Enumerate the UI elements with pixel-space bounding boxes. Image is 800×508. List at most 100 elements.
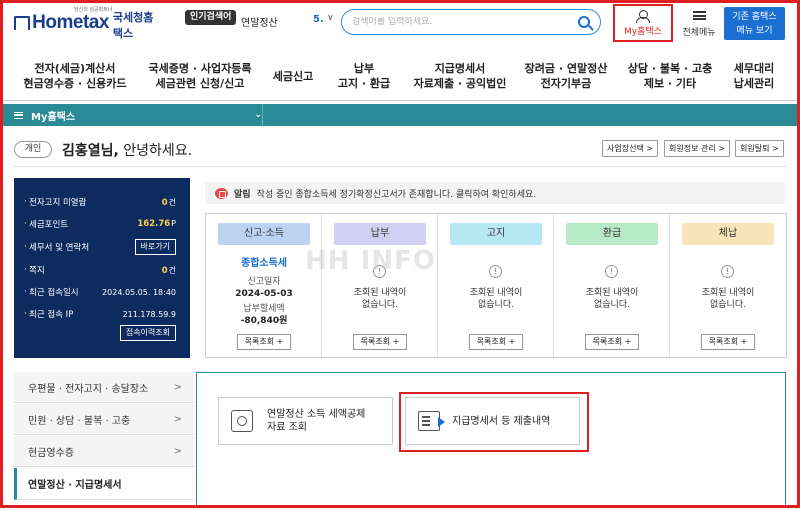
- myhometax-menu[interactable]: My홈택스 ⌄: [14, 104, 262, 126]
- info-icon: !: [605, 265, 618, 278]
- summary-row-message[interactable]: 쪽지 0건: [14, 260, 190, 280]
- greeting-text: 안녕하세요.: [118, 143, 193, 159]
- status-col-payment: 납부 ! 조회된 내역이 없습니다. 목록조회 +: [322, 214, 438, 357]
- search-input[interactable]: [352, 17, 578, 27]
- gnb-item-tax-agent[interactable]: 세무대리 납세관리: [722, 54, 786, 98]
- goto-button[interactable]: 바로가기: [134, 239, 176, 255]
- hamburger-icon: [14, 111, 23, 119]
- status-value: 2024-05-03: [235, 289, 293, 299]
- chevron-down-icon: ⌄: [254, 110, 262, 120]
- list-view-button[interactable]: 목록조회 +: [469, 334, 523, 350]
- old-hometax-button[interactable]: 기존 홈택스 메뉴 보기: [724, 7, 785, 40]
- summary-value: 162.76P: [137, 219, 176, 229]
- left-menu-petition[interactable]: 민원 · 상담 · 불복 · 고충 >: [14, 404, 194, 435]
- all-menu-label: 전체메뉴: [682, 28, 716, 38]
- person-icon: [636, 9, 650, 23]
- gnb-item-consult[interactable]: 상담 · 불복 · 고충 제보 · 기타: [620, 54, 720, 98]
- left-menu-cash-receipt[interactable]: 현금영수증 >: [14, 436, 194, 467]
- logo-tagline: 당신의 성공파트너: [74, 7, 113, 13]
- list-view-button[interactable]: 목록조회 +: [585, 334, 639, 350]
- popular-search-value[interactable]: 연말정산: [241, 14, 278, 29]
- member-info-button[interactable]: 회원정보 관리 >: [664, 140, 730, 157]
- summary-label: 최근 접속일시: [29, 288, 79, 298]
- logo-word: Hometax: [32, 12, 109, 33]
- login-history-button[interactable]: 접속이력조회: [119, 325, 176, 341]
- search-icon[interactable]: [578, 16, 590, 28]
- gnb-item-certificate[interactable]: 국세증명 · 사업자등록 세금관련 신청/신고: [140, 54, 260, 98]
- status-header: 고지: [450, 223, 542, 245]
- status-key: 신고일자: [247, 277, 281, 287]
- left-menu-year-end[interactable]: 연말정산 · 지급명세서: [14, 468, 194, 500]
- list-view-button[interactable]: 목록조회 +: [353, 334, 407, 350]
- summary-value: 2024.05.05. 18:40: [102, 287, 176, 297]
- myhometax-bar-label: My홈택스: [31, 111, 76, 123]
- status-header: 신고·소득: [218, 223, 310, 245]
- summary-label: 쪽지: [29, 266, 45, 276]
- summary-panel: 전자고지 미열람 0건 세금포인트 162.76P 세무서 및 연락처 바로가기…: [14, 178, 190, 358]
- chevron-down-icon[interactable]: ∨: [327, 13, 334, 23]
- hometax-logo[interactable]: Hometax 국세청홈택스 당신의 성공파트너: [14, 7, 154, 40]
- summary-row-taxpoint[interactable]: 세금포인트 162.76P: [14, 214, 190, 234]
- gnb-item-payment[interactable]: 납부 고지 · 환급: [325, 54, 403, 98]
- left-menu-label: 민원 · 상담 · 불복 · 고충: [28, 415, 131, 427]
- left-menu-mail[interactable]: 우편물 · 전자고지 · 송달장소 >: [14, 372, 194, 403]
- bar-divider: [262, 104, 263, 126]
- status-col-notice: 고지 ! 조회된 내역이 없습니다. 목록조회 +: [438, 214, 554, 357]
- notice-text: 작성 중인 종합소득세 정기확정신고서가 존재합니다. 클릭하여 확인하세요.: [256, 189, 537, 200]
- card-label: 연말정산 소득 세액공제 자료 조회: [267, 409, 366, 433]
- chevron-right-icon: >: [173, 413, 182, 425]
- all-menu-button[interactable]: 전체메뉴: [677, 8, 721, 38]
- gnb-divider: [0, 100, 800, 101]
- myhometax-button[interactable]: My홈택스: [613, 4, 673, 42]
- chevron-right-icon: >: [173, 381, 182, 393]
- status-key: 납부할세액: [243, 304, 285, 314]
- myhometax-label: My홈택스: [624, 26, 662, 37]
- status-col-arrears: 체납 ! 조회된 내역이 없습니다. 목록조회 +: [670, 214, 786, 357]
- empty-text: 조회된 내역이 없습니다.: [585, 288, 639, 310]
- highlight-box: [399, 392, 589, 452]
- list-view-button[interactable]: 목록조회 +: [237, 334, 291, 350]
- popular-search-tag: 인기검색어: [185, 10, 237, 25]
- status-col-filing: 신고·소득 종합소득세 신고일자 2024-05-03 납부할세액 -80,84…: [206, 214, 322, 357]
- logo-sub: 국세청홈택스: [112, 11, 154, 40]
- card-year-end-deduction[interactable]: 연말정산 소득 세액공제 자료 조회: [218, 397, 393, 445]
- gnb-item-einvoice[interactable]: 전자(세금)계산서 현금영수증 · 신용카드: [15, 54, 135, 98]
- chevron-right-icon: >: [173, 445, 182, 457]
- empty-text: 조회된 내역이 없습니다.: [701, 288, 755, 310]
- greeting-divider: [14, 166, 786, 167]
- summary-label: 세무서 및 연락처: [29, 243, 90, 253]
- left-menu-label: 현금영수증: [28, 447, 74, 459]
- summary-value: 0건: [161, 265, 176, 276]
- magnifier-document-icon: [231, 410, 253, 432]
- gnb-item-tax-filing[interactable]: 세금신고: [265, 54, 321, 98]
- withdraw-button[interactable]: 회원탈퇴 >: [735, 140, 784, 157]
- watermark: HH INFO: [305, 246, 436, 276]
- gnb-item-payment-statement[interactable]: 지급명세서 자료제출 · 공익법인: [405, 54, 515, 98]
- summary-label: 최근 접속 IP: [29, 310, 74, 320]
- gnb-item-year-end[interactable]: 장려금 · 연말정산 전자기부금: [512, 54, 620, 98]
- status-grid: 신고·소득 종합소득세 신고일자 2024-05-03 납부할세액 -80,84…: [205, 213, 787, 358]
- left-menu-label: 연말정산 · 지급명세서: [28, 480, 122, 491]
- info-icon: !: [489, 265, 502, 278]
- user-type-badge: 개인: [14, 141, 52, 158]
- summary-row-ip: 최근 접속 IP 211.178.59.9: [14, 304, 190, 324]
- status-header: 납부: [334, 223, 426, 245]
- status-value: -80,840원: [240, 316, 288, 326]
- status-header: 체납: [682, 223, 774, 245]
- status-col-refund: 환급 ! 조회된 내역이 없습니다. 목록조회 +: [554, 214, 670, 357]
- greeting: 김홍열님, 안녕하세요.: [62, 140, 192, 160]
- list-view-button[interactable]: 목록조회 +: [701, 334, 755, 350]
- notice-tag: 알림: [234, 189, 251, 200]
- house-icon: [14, 16, 31, 30]
- empty-text: 조회된 내역이 없습니다.: [353, 288, 407, 310]
- user-name: 김홍열님,: [62, 143, 119, 159]
- hamburger-icon: [692, 11, 706, 20]
- info-icon: !: [721, 265, 734, 278]
- notice-bar[interactable]: 알림 작성 중인 종합소득세 정기확정신고서가 존재합니다. 클릭하여 확인하세…: [205, 182, 785, 204]
- search-box[interactable]: [341, 9, 601, 35]
- summary-row-last-login: 최근 접속일시 2024.05.05. 18:40: [14, 282, 190, 302]
- summary-row-unread[interactable]: 전자고지 미열람 0건: [14, 192, 190, 212]
- empty-text: 조회된 내역이 없습니다.: [469, 288, 523, 310]
- business-select-button[interactable]: 사업장선택 >: [602, 140, 659, 157]
- main-nav: 전자(세금)계산서 현금영수증 · 신용카드 국세증명 · 사업자등록 세금관련…: [0, 54, 800, 98]
